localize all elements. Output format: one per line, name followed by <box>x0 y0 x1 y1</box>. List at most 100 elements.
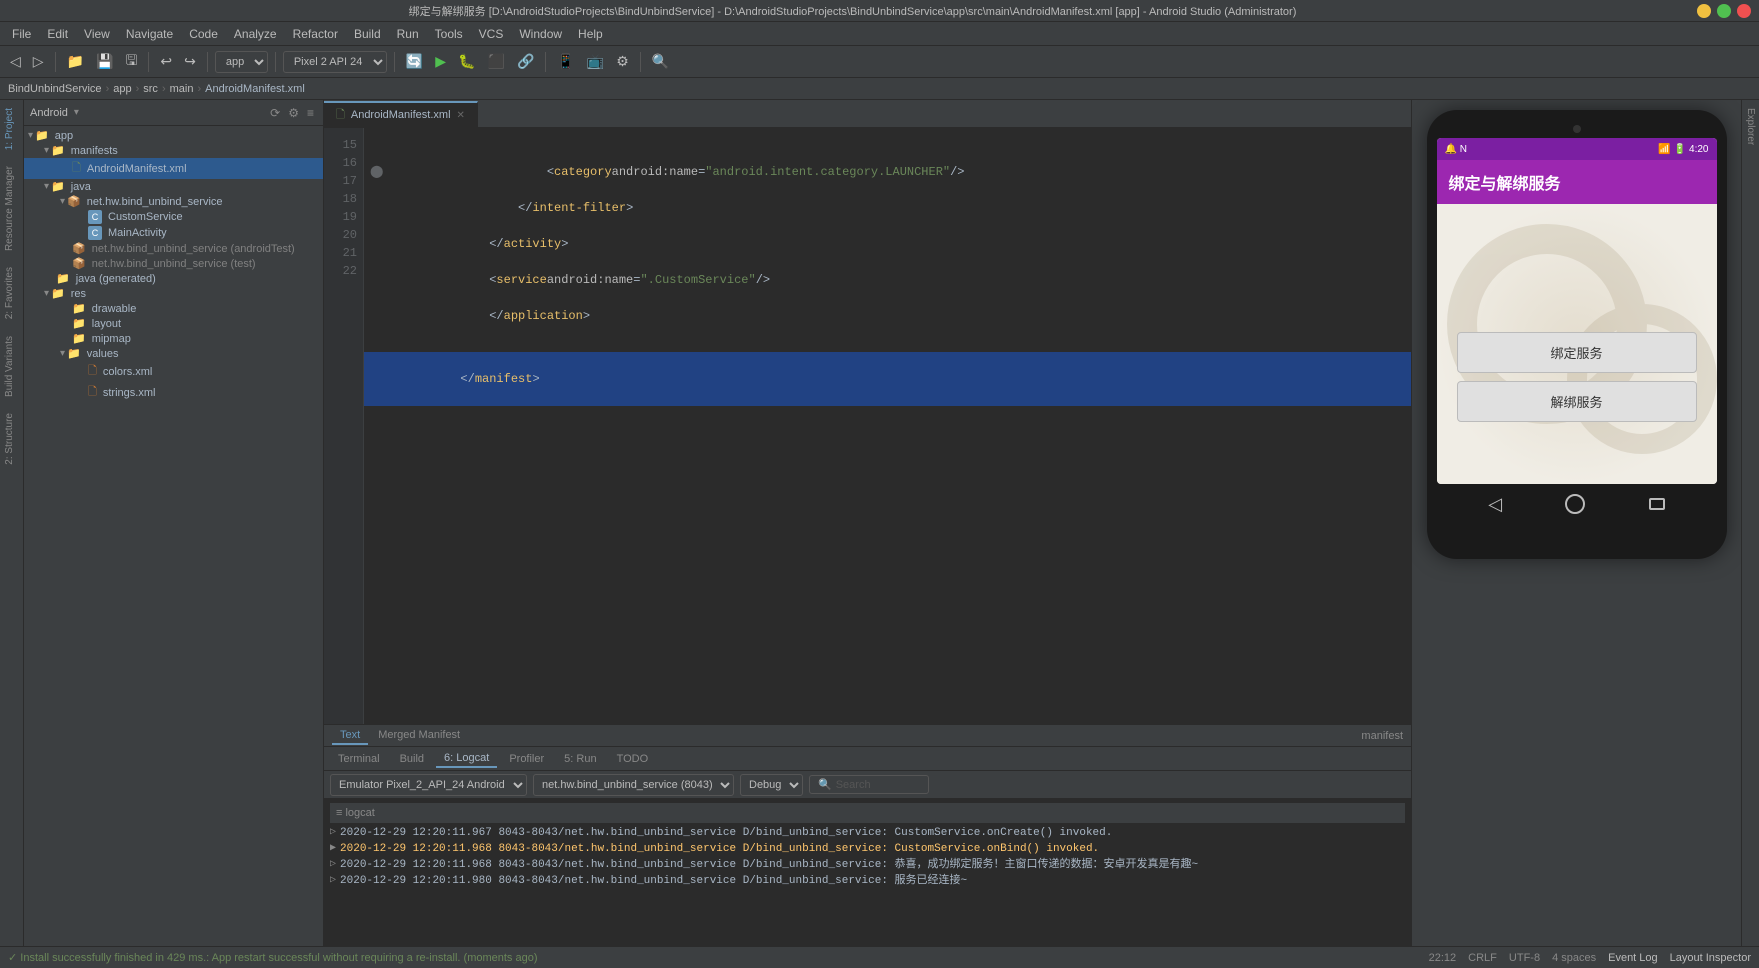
right-label-explorer[interactable]: Explorer <box>1741 100 1759 153</box>
footer-tab-merged[interactable]: Merged Manifest <box>370 727 468 745</box>
package-dropdown[interactable]: net.hw.bind_unbind_service (8043) <box>533 774 734 796</box>
tree-item-13[interactable]: 📁mipmap <box>24 331 323 346</box>
close-button[interactable] <box>1737 4 1751 18</box>
panel-sync-icon[interactable]: ⟳ <box>267 105 283 121</box>
search-btn[interactable]: 🔍 <box>648 51 673 72</box>
minimize-button[interactable] <box>1697 4 1711 18</box>
tree-item-12[interactable]: 📁layout <box>24 316 323 331</box>
phone-battery-icon: 🔋 <box>1674 144 1686 155</box>
tree-item-7[interactable]: 📦net.hw.bind_unbind_service (androidTest… <box>24 241 323 256</box>
tree-icon-folder: 📁 <box>72 317 89 330</box>
tree-item-4[interactable]: ▾📦net.hw.bind_unbind_service <box>24 194 323 209</box>
tree-item-1[interactable]: ▾📁manifests <box>24 143 323 158</box>
code-content[interactable]: ⬤ <category android:name="android.intent… <box>364 128 1411 724</box>
chevron-down-icon[interactable]: ▾ <box>74 107 79 118</box>
tree-item-6[interactable]: CMainActivity <box>24 225 323 241</box>
panel-header-icons: ⟳ ⚙ ≡ <box>267 105 317 121</box>
title-bar: 绑定与解绑服务 [D:\AndroidStudioProjects\BindUn… <box>0 0 1759 22</box>
toolbar-saveall-btn[interactable]: 🖫 <box>121 48 141 76</box>
tree-item-8[interactable]: 📦net.hw.bind_unbind_service (test) <box>24 256 323 271</box>
tree-item-2[interactable]: 🗋AndroidManifest.xml <box>24 158 323 179</box>
toolbar-open-btn[interactable]: 📁 <box>63 51 88 72</box>
logcat-search-btn[interactable]: 🔍 Search <box>809 775 929 794</box>
phone-app-title: 绑定与解绑服务 <box>1449 170 1705 194</box>
emulator-dropdown[interactable]: Emulator Pixel_2_API_24 Android <box>330 774 527 796</box>
tree-icon-folder: 📁 <box>51 144 68 157</box>
toolbar-forward-btn[interactable]: ▷ <box>29 51 48 72</box>
menu-item-run[interactable]: Run <box>389 25 427 43</box>
toolbar-save-btn[interactable]: 💾 <box>92 51 117 72</box>
project-panel: Android ▾ ⟳ ⚙ ≡ ▾📁app▾📁manifests🗋Android… <box>24 100 324 946</box>
editor-bottom-split: 15 16 17 18 19 20 21 22 ⬤ <category andr… <box>324 128 1411 946</box>
toolbar-back-btn[interactable]: ◁ <box>6 51 25 72</box>
menu-item-analyze[interactable]: Analyze <box>226 25 285 43</box>
app-dropdown[interactable]: app <box>215 51 268 73</box>
menu-item-vcs[interactable]: VCS <box>471 25 512 43</box>
panel-gear-icon[interactable]: ⚙ <box>285 105 302 121</box>
menu-item-navigate[interactable]: Navigate <box>118 25 181 43</box>
menu-item-code[interactable]: Code <box>181 25 226 43</box>
toolbar: ◁ ▷ 📁 💾 🖫 ↩ ↪ app Pixel 2 API 24 🔄 ▶ 🐛 ⬛… <box>0 46 1759 78</box>
menu-item-window[interactable]: Window <box>511 25 570 43</box>
tree-item-15[interactable]: 🗋colors.xml <box>24 361 323 382</box>
menu-item-file[interactable]: File <box>4 25 39 43</box>
left-label-buildvariants[interactable]: Build Variants <box>0 328 23 405</box>
level-dropdown[interactable]: Debug <box>740 774 803 796</box>
tree-item-10[interactable]: ▾📁res <box>24 286 323 301</box>
maximize-button[interactable] <box>1717 4 1731 18</box>
menu-item-refactor[interactable]: Refactor <box>285 25 346 43</box>
log-area: ≡ logcat ▷2020-12-29 12:20:11.967 8043-8… <box>324 799 1411 946</box>
phone-bind-btn[interactable]: 绑定服务 <box>1457 332 1697 373</box>
run-btn[interactable]: ▶ <box>431 51 450 72</box>
menu-item-view[interactable]: View <box>76 25 118 43</box>
tree-item-5[interactable]: CCustomService <box>24 209 323 225</box>
phone-recents-btn[interactable] <box>1649 498 1665 510</box>
tree-item-16[interactable]: 🗋strings.xml <box>24 382 323 403</box>
tree-item-0[interactable]: ▾📁app <box>24 128 323 143</box>
menu-item-build[interactable]: Build <box>346 25 389 43</box>
bottom-tab-3[interactable]: Profiler <box>501 751 552 767</box>
event-log-label[interactable]: Event Log <box>1608 952 1658 964</box>
menu-item-help[interactable]: Help <box>570 25 611 43</box>
avd-btn[interactable]: 📺 <box>583 51 608 72</box>
attach-btn[interactable]: 🔗 <box>513 51 538 72</box>
bottom-tab-5[interactable]: TODO <box>609 751 657 767</box>
bottom-tab-2[interactable]: 6: Logcat <box>436 750 497 768</box>
logcat-toolbar: Emulator Pixel_2_API_24 Android net.hw.b… <box>324 771 1411 799</box>
menu-item-edit[interactable]: Edit <box>39 25 76 43</box>
left-label-favorites[interactable]: 2: Favorites <box>0 259 23 327</box>
left-label-resource[interactable]: Resource Manager <box>0 158 23 259</box>
tree-item-11[interactable]: 📁drawable <box>24 301 323 316</box>
left-label-structure[interactable]: 2: Structure <box>0 405 23 473</box>
panel-settings-icon[interactable]: ≡ <box>304 105 317 121</box>
status-crlf: CRLF <box>1468 952 1497 964</box>
tab-close-icon[interactable]: ✕ <box>457 110 465 121</box>
sync-btn[interactable]: 🔄 <box>402 51 427 72</box>
tree-item-3[interactable]: ▾📁java <box>24 179 323 194</box>
phone-back-icon[interactable]: ◁ <box>1488 494 1502 515</box>
tree-label-1: manifests <box>71 145 118 157</box>
menu-item-tools[interactable]: Tools <box>427 25 471 43</box>
bottom-tab-0[interactable]: Terminal <box>330 751 388 767</box>
code-line-16: ⬤ <category android:name="android.intent… <box>374 154 1401 190</box>
phone-notification-icon: 🔔 N <box>1445 144 1467 155</box>
device-dropdown[interactable]: Pixel 2 API 24 <box>283 51 387 73</box>
phone-unbind-btn[interactable]: 解绑服务 <box>1457 381 1697 422</box>
bottom-tab-1[interactable]: Build <box>392 751 432 767</box>
editor-tab-androidmanifest[interactable]: 🗋 AndroidManifest.xml ✕ <box>324 101 478 127</box>
settings-btn[interactable]: ⚙ <box>612 51 633 72</box>
sdk-btn[interactable]: 📱 <box>553 51 578 72</box>
phone-home-btn[interactable] <box>1565 494 1585 514</box>
stop-btn[interactable]: ⬛ <box>484 51 509 72</box>
left-label-project[interactable]: 1: Project <box>0 100 23 158</box>
toolbar-undo-btn[interactable]: ↩ <box>156 51 176 72</box>
status-line-col: 22:12 <box>1429 952 1457 964</box>
code-line-22: </manifest> <box>364 352 1411 406</box>
footer-tab-text[interactable]: Text <box>332 727 368 745</box>
tree-item-9[interactable]: 📁java (generated) <box>24 271 323 286</box>
bottom-tab-4[interactable]: 5: Run <box>556 751 604 767</box>
debug-btn[interactable]: 🐛 <box>454 51 479 72</box>
toolbar-redo-btn[interactable]: ↪ <box>180 51 200 72</box>
tree-item-14[interactable]: ▾📁values <box>24 346 323 361</box>
layout-inspector-label[interactable]: Layout Inspector <box>1670 952 1751 964</box>
